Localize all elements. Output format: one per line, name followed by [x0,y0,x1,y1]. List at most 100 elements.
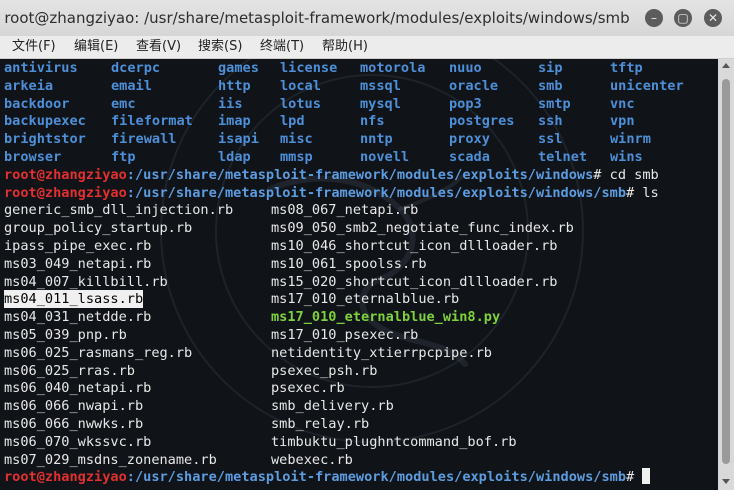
file-name[interactable]: group_policy_startup.rb [4,219,192,237]
directory-name: tftp [610,60,643,76]
directory-name: winrm [610,131,651,148]
file-name[interactable]: ms04_031_netdde.rb [4,308,151,326]
directory-name: ssl [538,131,563,148]
maximize-icon: ▢ [677,11,689,25]
directory-name: browser [4,149,62,165]
menu-help[interactable]: 帮助(H) [322,36,368,58]
file-name[interactable]: ms05_039_pnp.rb [4,326,127,344]
file-name[interactable]: ms10_046_shortcut_icon_dllloader.rb [271,237,557,255]
directory-name: dcerpc [111,60,161,76]
file-name[interactable]: ms10_061_spoolss.rb [271,255,427,273]
directory-name: ldap [218,149,251,165]
file-name[interactable]: psexec.rb [271,379,345,397]
file-name[interactable]: smb_relay.rb [271,415,369,433]
file-listing-row: ms04_031_netdde.rb ms17_010_eternalblue_w… [4,308,714,326]
command-text: # cd smb [593,166,659,183]
prompt-path: :/usr/share/metasploit-framework/modules… [126,166,594,183]
directory-name: mssql [360,77,401,94]
terminal-window: root@zhangziyao: /usr/share/metasploit-f… [0,0,734,490]
directory-name: fileformat [111,113,193,130]
file-listing-row: generic_smb_dll_injection.rb ms08_067_net… [4,201,714,219]
file-name[interactable]: ms06_040_netapi.rb [4,379,151,397]
directory-name: sip [538,60,563,76]
prompt-line: root@zhangziyao:/usr/share/metasploit-fr… [4,468,651,486]
window-title: root@zhangziyao: /usr/share/metasploit-f… [4,9,630,27]
file-listing-row: ms07_029_msdns_zonename.rb webexec.rb [4,451,714,469]
file-listing-row: ms04_007_killbill.rb ms15_020_shortcut_ic… [4,273,714,291]
file-name[interactable]: generic_smb_dll_injection.rb [4,201,233,219]
command-text: # ls [626,184,659,201]
directory-name: local [280,77,321,94]
file-name[interactable]: ms09_050_smb2_negotiate_func_index.rb [271,219,574,237]
text-cursor [642,468,651,485]
file-name[interactable]: ms06_066_nwapi.rb [4,397,143,415]
scrollbar-thumb[interactable] [722,79,730,464]
prompt-path: :/usr/share/metasploit-framework/modules… [126,469,626,486]
directory-name: vnc [610,95,635,112]
file-name[interactable]: ms17_010_psexec.rb [271,326,418,344]
directory-name: backupexec [4,113,86,130]
directory-name: license [280,60,338,76]
directory-name: arkeia [4,77,54,94]
file-name[interactable]: psexec_psh.rb [271,362,377,380]
title-bar[interactable]: root@zhangziyao: /usr/share/metasploit-f… [0,0,734,37]
close-button[interactable]: ✕ [704,9,722,27]
file-name[interactable]: webexec.rb [271,451,353,469]
prompt-user: root@zhangziyao [4,469,127,486]
file-name[interactable]: ms03_049_netapi.rb [4,255,151,273]
file-name[interactable]: ms04_007_killbill.rb [4,273,168,291]
file-name[interactable]: ms07_029_msdns_zonename.rb [4,451,217,469]
file-name[interactable]: ms06_025_rras.rb [4,362,135,380]
directory-name: emc [111,95,136,112]
menu-file[interactable]: 文件(F) [12,36,56,58]
menu-search[interactable]: 搜索(S) [198,36,242,58]
directory-name: nntp [360,131,393,148]
menu-bar: 文件(F) 编辑(E) 查看(V) 搜索(S) 终端(T) 帮助(H) [0,36,734,59]
menu-terminal[interactable]: 终端(T) [260,36,304,58]
file-name[interactable]: ms08_067_netapi.rb [271,201,418,219]
file-name[interactable]: ms06_066_nwwks.rb [4,415,143,433]
directory-name: unicenter [610,77,684,94]
prompt-line: root@zhangziyao:/usr/share/metasploit-fr… [4,184,659,202]
file-name[interactable]: ms06_070_wkssvc.rb [4,433,151,451]
directory-name: lotus [280,95,321,112]
minimize-button[interactable]: – [645,9,663,27]
menu-edit[interactable]: 编辑(E) [74,36,118,58]
directory-name: mysql [360,95,401,112]
file-listing-row: ms05_039_pnp.rb ms17_010_psexec.rb [4,326,714,344]
file-listing-row: ipass_pipe_exec.rb ms10_046_shortcut_icon… [4,237,714,255]
file-name[interactable]: ms15_020_shortcut_icon_dllloader.rb [271,273,557,291]
file-name[interactable]: ipass_pipe_exec.rb [4,237,151,255]
maximize-button[interactable]: ▢ [674,9,692,27]
command-text: # [626,469,643,486]
directory-name: telnet [538,149,588,165]
directory-name: smtp [538,95,571,112]
file-listing-row: ms06_066_nwapi.rb smb_delivery.rb [4,397,714,415]
close-icon: ✕ [707,11,719,25]
terminal-output[interactable]: antivirus dcerpc games license motorola nuuo s… [0,59,718,490]
file-name[interactable]: timbuktu_plughntcommand_bof.rb [271,433,517,451]
directory-name: smb [538,77,563,94]
executable-file-name[interactable]: ms17_010_eternalblue_win8.py [271,308,500,326]
directory-name: postgres [449,113,515,130]
file-name[interactable]: netidentity_xtierrpcpipe.rb [271,344,492,362]
selected-file-name[interactable]: ms04_011_lsass.rb [4,290,144,309]
directory-name: novell [360,149,410,165]
menu-view[interactable]: 查看(V) [136,36,181,58]
file-name[interactable]: ms06_025_rasmans_reg.rb [4,344,192,362]
vertical-scrollbar[interactable] [718,59,734,490]
file-listing-row: ms06_040_netapi.rb psexec.rb [4,379,714,397]
file-listing-row: ms03_049_netapi.rb ms10_061_spoolss.rb [4,255,714,273]
scroll-down-icon[interactable] [722,479,730,484]
directory-name: isapi [218,131,259,148]
directory-name: backdoor [4,95,70,112]
directory-name: nfs [360,113,385,130]
directory-name: http [218,77,251,94]
scroll-up-icon[interactable] [722,63,730,68]
file-name[interactable]: smb_delivery.rb [271,397,394,415]
file-listing-row: ms04_011_lsass.rb ms17_010_eternalblue.rb [4,290,714,309]
directory-name: wins [610,149,643,165]
directory-name: scada [449,149,490,165]
file-name[interactable]: ms17_010_eternalblue.rb [271,290,459,308]
directory-name: antivirus [4,60,78,76]
